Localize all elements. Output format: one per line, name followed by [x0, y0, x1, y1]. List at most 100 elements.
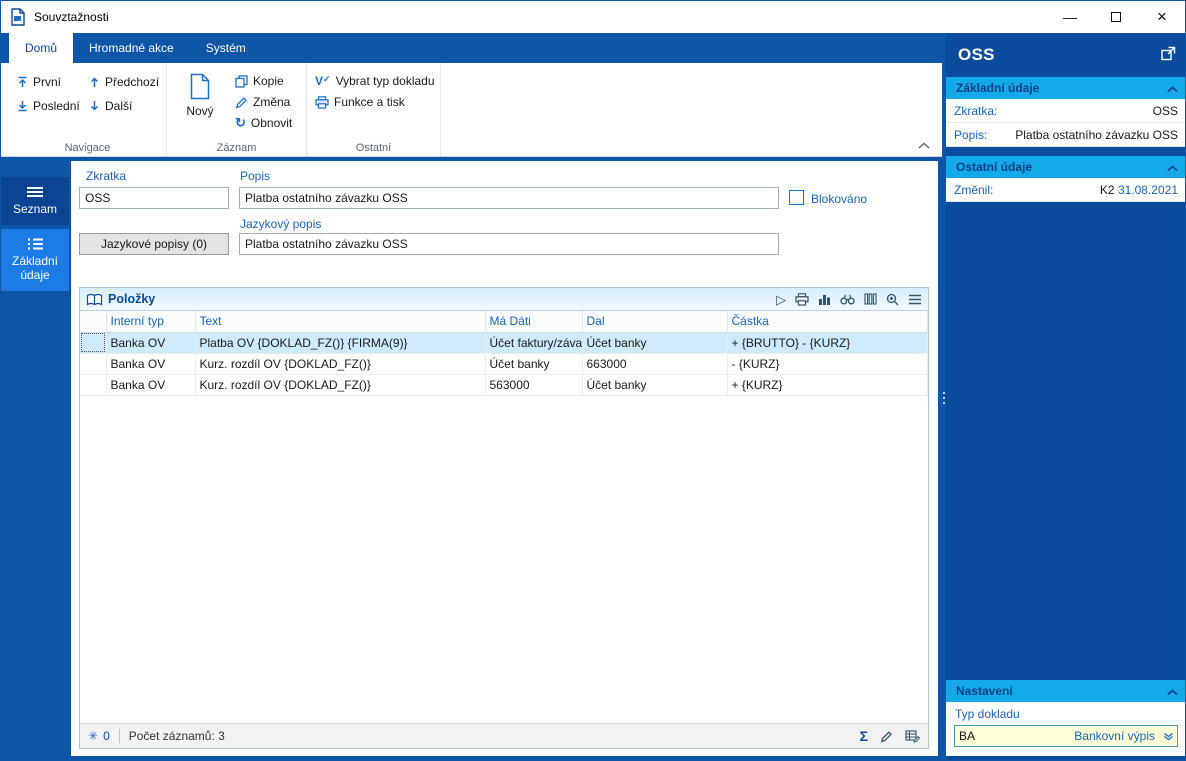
section-ostatni-udaje[interactable]: Ostatní údaje [946, 156, 1185, 178]
changed-by-user: K2 [1099, 182, 1115, 197]
cell[interactable]: - {KURZ} [727, 353, 928, 375]
sidebar-item-zakladni-udaje[interactable]: Základní údaje [1, 229, 69, 291]
cell[interactable]: + {KURZ} [727, 374, 928, 396]
titlebar: Souvztažnosti — × [1, 1, 1185, 33]
jazykovy-popis-label: Jazykový popis [240, 217, 322, 231]
col-dal[interactable]: Dal [582, 311, 728, 333]
functions-print-button[interactable]: Funkce a tisk [315, 95, 430, 109]
arrow-to-bottom-icon [18, 101, 27, 112]
table-row[interactable]: Banka OV Kurz. rozdíl OV {DOKLAD_FZ()} 5… [80, 374, 928, 396]
grid-edit-icon[interactable] [905, 729, 920, 743]
cell[interactable]: Banka OV [106, 374, 196, 396]
list-icon [27, 238, 43, 250]
table-row[interactable]: Banka OV Kurz. rozdíl OV {DOKLAD_FZ()} Ú… [80, 353, 928, 375]
print-icon[interactable] [795, 292, 809, 306]
blokovano-checkbox[interactable] [789, 190, 804, 205]
close-icon: × [1157, 7, 1167, 26]
row-selector-header [80, 311, 107, 333]
next-button[interactable]: Další [89, 99, 171, 113]
columns-icon[interactable] [864, 293, 877, 305]
open-external-icon[interactable] [1161, 46, 1176, 64]
grid-menu-icon[interactable] [908, 294, 922, 305]
cell[interactable]: Účet banky [582, 374, 728, 396]
col-ma-dati[interactable]: Má Dáti [485, 311, 583, 333]
ribbon: První Předchozí Poslední Další Navigace … [1, 63, 942, 157]
sidebar: Seznam Základní údaje [1, 157, 69, 760]
cell[interactable]: Kurz. rozdíl OV {DOKLAD_FZ()} [195, 353, 486, 375]
printer-icon [315, 95, 329, 109]
sidebar-item-seznam[interactable]: Seznam [1, 177, 69, 225]
row-selector[interactable] [80, 353, 107, 375]
popis-input[interactable] [239, 187, 779, 209]
polozky-table: Interní typ Text Má Dáti Dal Částka Bank… [80, 311, 928, 396]
group-label-ostatni: Ostatní [355, 142, 392, 154]
cell[interactable]: 663000 [582, 353, 728, 375]
cell[interactable]: Banka OV [106, 332, 196, 354]
record-title: OSS [958, 45, 995, 64]
jazykovy-popis-input[interactable] [239, 233, 779, 255]
table-row[interactable]: Banka OV Platba OV {DOKLAD_FZ()} {FIRMA(… [80, 332, 928, 354]
ribbon-group-zaznam: Nový Kopie Změna ↻ Obnovit Záznam [167, 63, 307, 156]
settings-asterisk-icon[interactable]: ✳ [88, 729, 98, 743]
maximize-button[interactable] [1093, 1, 1139, 33]
polozky-toolbar: ▷ [776, 293, 922, 306]
close-button[interactable]: × [1139, 1, 1185, 33]
last-button[interactable]: Poslední [17, 99, 83, 113]
table-empty-area [80, 395, 928, 723]
refresh-button[interactable]: ↻ Obnovit [235, 116, 292, 130]
book-icon [86, 293, 103, 306]
polozky-title: Položky [108, 292, 156, 306]
chart-icon[interactable] [818, 293, 831, 305]
col-interni-typ[interactable]: Interní typ [106, 311, 196, 333]
cell[interactable]: Účet banky [485, 353, 583, 375]
status-counter: 0 [103, 729, 110, 743]
typ-dokladu-value: Bankovní výpis [1074, 729, 1155, 743]
select-type-icon: V✓ [315, 74, 331, 88]
tab-hromadne-akce[interactable]: Hromadné akce [73, 33, 190, 63]
edit-pencil-icon[interactable] [880, 730, 893, 743]
tab-domu[interactable]: Domů [9, 33, 74, 63]
section-zakladni-udaje[interactable]: Základní údaje [946, 77, 1185, 99]
first-button[interactable]: První [17, 75, 83, 89]
col-text[interactable]: Text [195, 311, 486, 333]
collapse-chevron-icon[interactable] [1167, 684, 1178, 698]
new-button[interactable]: Nový [175, 71, 225, 130]
minimize-button[interactable]: — [1047, 1, 1093, 33]
typ-dokladu-code[interactable]: BA [955, 729, 985, 743]
copy-button[interactable]: Kopie [235, 74, 292, 88]
cell[interactable]: + {BRUTTO} - {KURZ} [727, 332, 928, 354]
zkratka-label: Zkratka [86, 169, 127, 183]
ribbon-group-ostatni: V✓ Vybrat typ dokladu Funkce a tisk Osta… [307, 63, 441, 156]
section-nastaveni[interactable]: Nastavení [946, 680, 1185, 702]
sum-icon[interactable]: Σ [860, 728, 868, 744]
collapse-chevron-icon[interactable] [1167, 160, 1178, 174]
zoom-icon[interactable] [886, 293, 899, 306]
cell[interactable]: Účet banky [582, 332, 728, 354]
collapse-chevron-icon[interactable] [1167, 81, 1178, 95]
cell[interactable]: Banka OV [106, 353, 196, 375]
row-selector[interactable] [80, 374, 107, 396]
cell[interactable]: Platba OV {DOKLAD_FZ()} {FIRMA(9)} [195, 332, 486, 354]
binoculars-search-icon[interactable] [840, 294, 855, 305]
refresh-icon: ↻ [235, 115, 246, 130]
cell[interactable]: Účet faktury/závaz... [485, 332, 583, 354]
jazykove-popisy-button[interactable]: Jazykové popisy (0) [79, 233, 229, 255]
row-selector[interactable] [80, 332, 107, 354]
changed-date: 31.08.2021 [1117, 182, 1178, 197]
ribbon-collapse-chevron-icon[interactable] [918, 138, 930, 152]
info-row: Popis: Platba ostatního závazku OSS [946, 123, 1185, 147]
window-title: Souvztažnosti [34, 10, 109, 24]
previous-button[interactable]: Předchozí [89, 75, 171, 89]
typ-dokladu-combo[interactable]: BA Bankovní výpis [954, 725, 1178, 747]
edit-button[interactable]: Změna [235, 95, 292, 109]
cell[interactable]: Kurz. rozdíl OV {DOKLAD_FZ()} [195, 374, 486, 396]
zkratka-input[interactable] [79, 187, 229, 209]
run-icon[interactable]: ▷ [776, 293, 786, 306]
col-castka[interactable]: Částka [727, 311, 928, 333]
dropdown-chevron-icon[interactable] [1159, 732, 1177, 741]
tab-system[interactable]: Systém [190, 33, 262, 63]
window-controls: — × [1047, 1, 1185, 33]
cell[interactable]: 563000 [485, 374, 583, 396]
left-region: Domů Hromadné akce Systém První Předchoz… [1, 33, 942, 760]
select-document-type-button[interactable]: V✓ Vybrat typ dokladu [315, 74, 435, 88]
